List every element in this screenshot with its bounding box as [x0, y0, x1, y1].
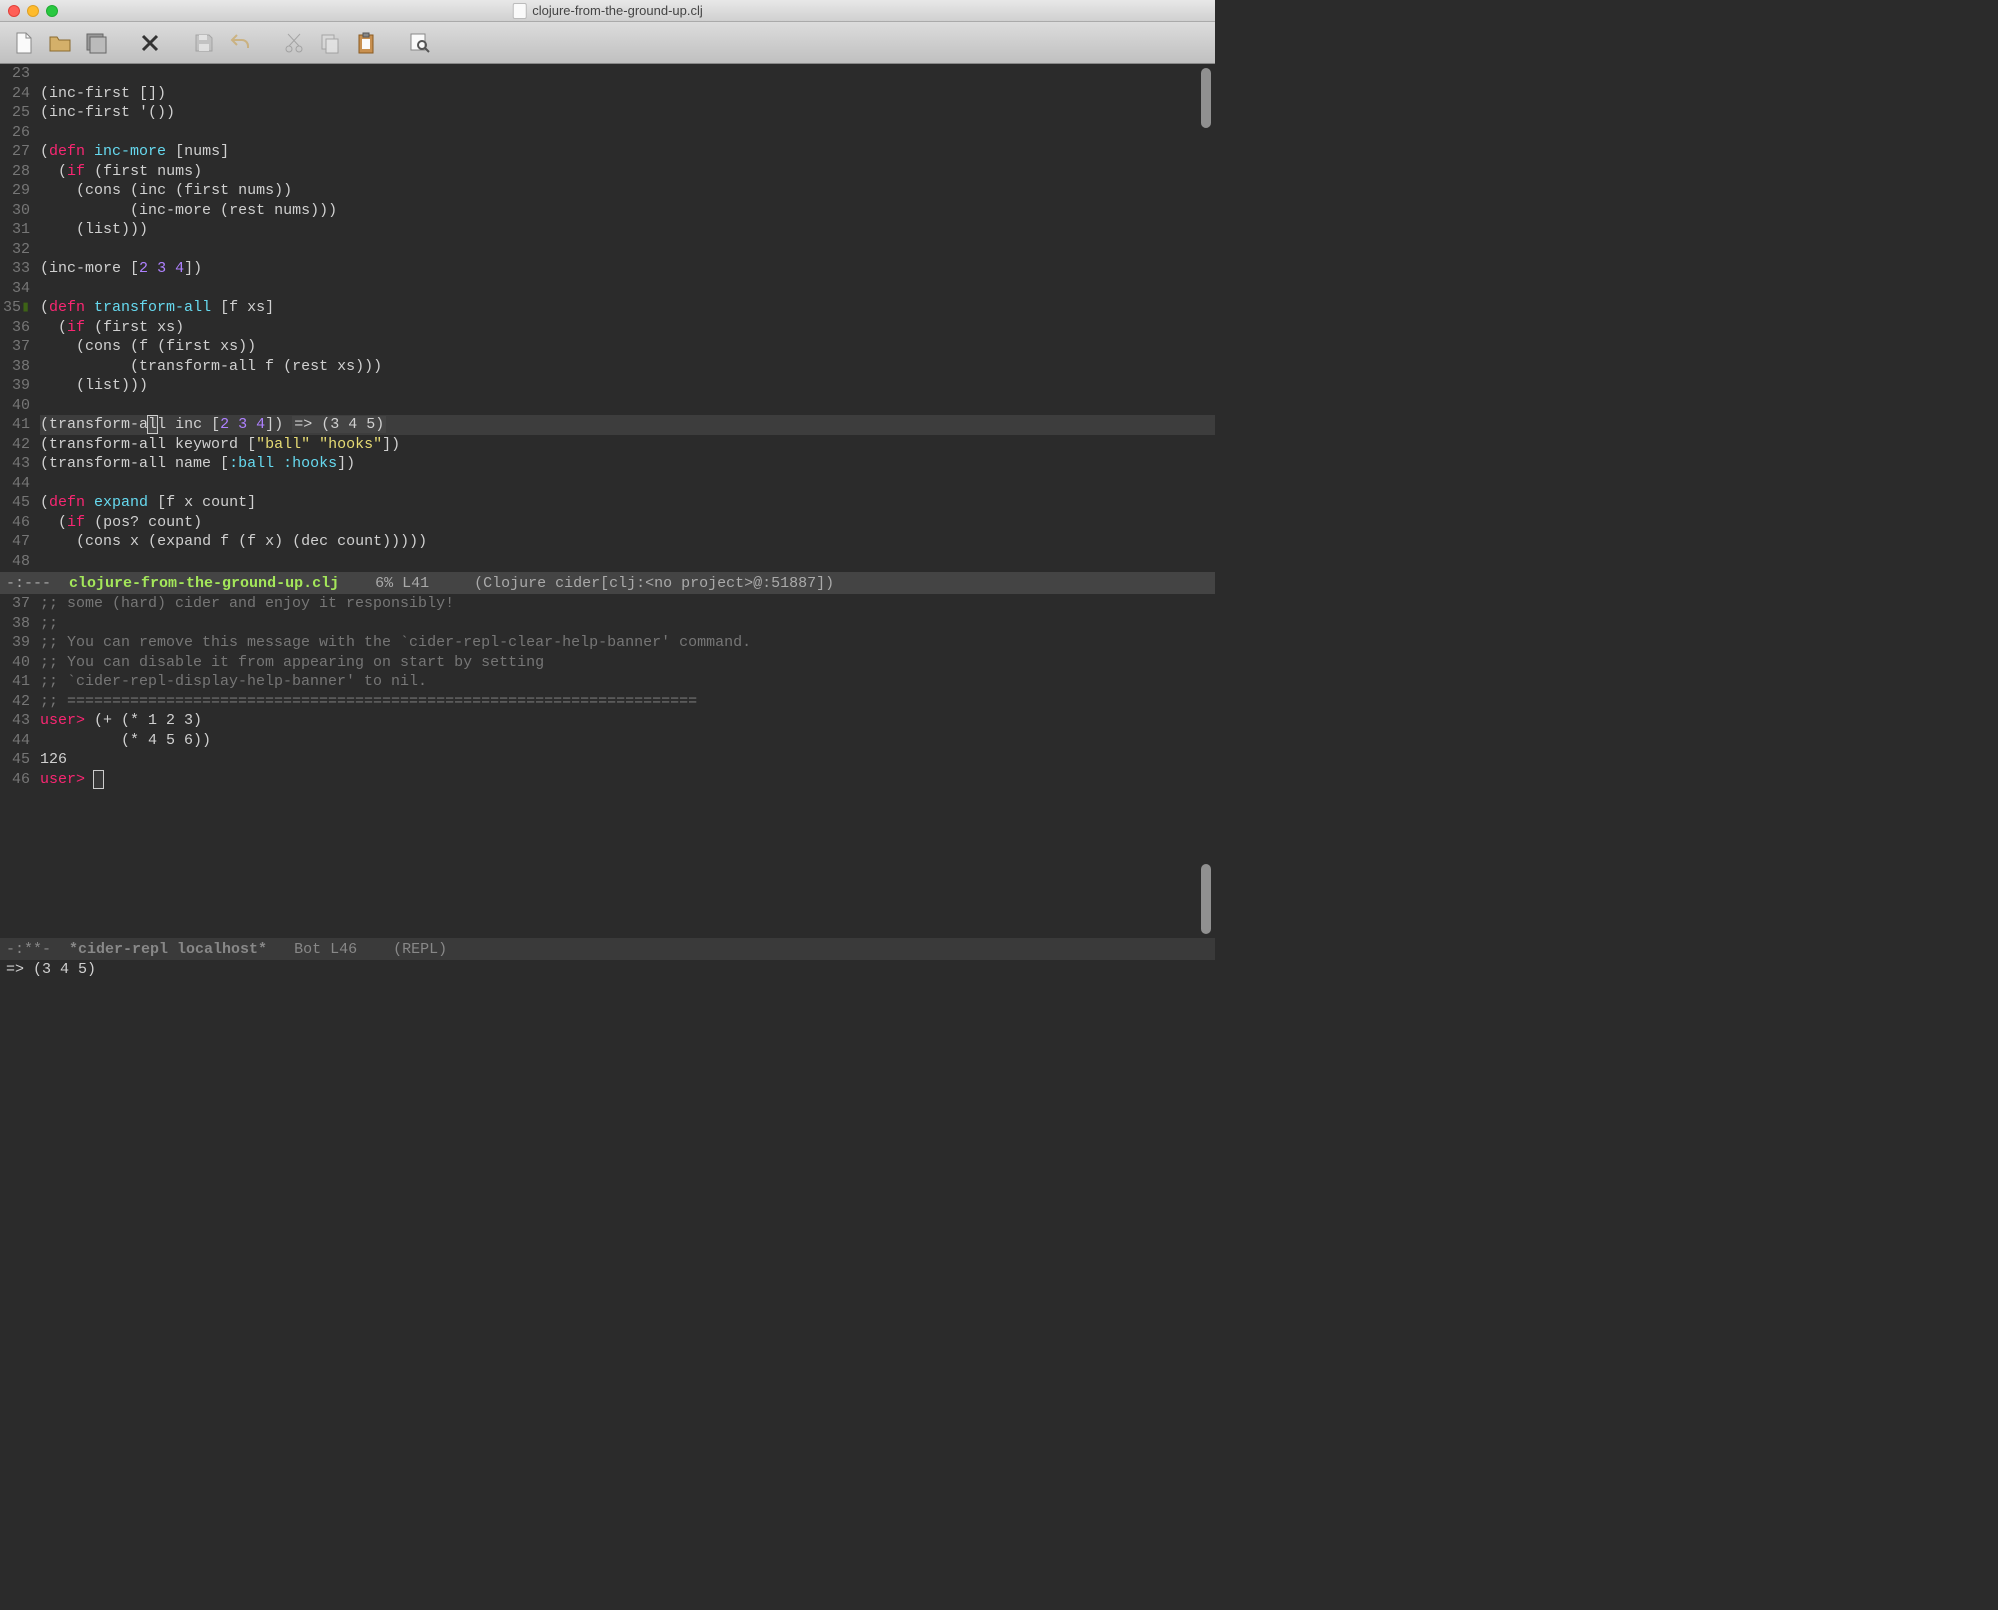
save-icon[interactable] [190, 29, 218, 57]
undo-icon[interactable] [226, 29, 254, 57]
repl-modified-indicator: -:**- [6, 941, 51, 958]
modeline-bot: -:**- *cider-repl localhost* Bot L46 (RE… [0, 938, 1215, 960]
minimize-window-button[interactable] [27, 5, 39, 17]
new-file-icon[interactable] [10, 29, 38, 57]
source-code[interactable]: (inc-first [])(inc-first '())(defn inc-m… [40, 64, 1215, 571]
repl-position: Bot L46 [294, 941, 357, 958]
window-title-text: clojure-from-the-ground-up.clj [532, 3, 703, 18]
scrollbar-top[interactable] [1201, 64, 1213, 572]
repl-buffer-name: *cider-repl localhost* [69, 941, 267, 958]
save-all-icon[interactable] [82, 29, 110, 57]
open-file-icon[interactable] [46, 29, 74, 57]
cut-icon[interactable] [280, 29, 308, 57]
buffer-position: 6% L41 [375, 575, 429, 592]
search-icon[interactable] [406, 29, 434, 57]
source-pane[interactable]: 23242526272829303132333435▮3637383940414… [0, 64, 1215, 572]
minibuffer-text: => (3 4 5) [6, 961, 96, 978]
repl-code[interactable]: ;; some (hard) cider and enjoy it respon… [40, 594, 1215, 789]
buffer-modified-indicator: -:--- [6, 575, 51, 592]
repl-mode: (REPL) [393, 941, 447, 958]
line-numbers-top: 23242526272829303132333435▮3637383940414… [0, 64, 36, 571]
minibuffer: => (3 4 5) [0, 960, 1215, 980]
zoom-window-button[interactable] [46, 5, 58, 17]
buffer-mode: (Clojure cider[clj:<no project>@:51887]) [474, 575, 834, 592]
titlebar: clojure-from-the-ground-up.clj [0, 0, 1215, 22]
modeline-top: -:--- clojure-from-the-ground-up.clj 6% … [0, 572, 1215, 594]
repl-pane[interactable]: 37383940414243444546 ;; some (hard) cide… [0, 594, 1215, 938]
scroll-thumb-top[interactable] [1201, 68, 1211, 128]
window-controls [8, 5, 58, 17]
close-icon[interactable] [136, 29, 164, 57]
buffer-name: clojure-from-the-ground-up.clj [69, 575, 339, 592]
close-window-button[interactable] [8, 5, 20, 17]
editor-area: 23242526272829303132333435▮3637383940414… [0, 64, 1215, 980]
copy-icon[interactable] [316, 29, 344, 57]
scroll-thumb-bot[interactable] [1201, 864, 1211, 934]
toolbar [0, 22, 1215, 64]
line-numbers-bot: 37383940414243444546 [0, 594, 36, 789]
file-icon [512, 3, 526, 19]
scrollbar-bot[interactable] [1201, 594, 1213, 938]
paste-icon[interactable] [352, 29, 380, 57]
window-title: clojure-from-the-ground-up.clj [512, 3, 703, 19]
